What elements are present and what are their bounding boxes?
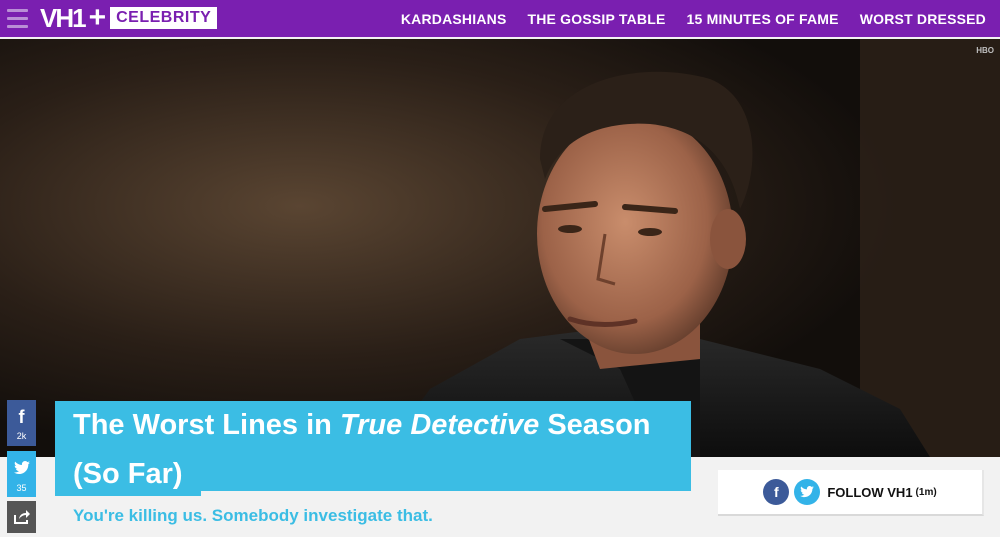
nav-15-minutes-of-fame[interactable]: 15 MINUTES OF FAME xyxy=(687,11,839,27)
hero-illustration xyxy=(0,39,1000,457)
twitter-icon xyxy=(7,451,36,482)
logo-plus: + xyxy=(88,1,107,34)
logo-vh1: VH1 xyxy=(40,3,87,33)
nav-kardashians[interactable]: KARDASHIANS xyxy=(401,11,507,27)
main-nav: KARDASHIANS THE GOSSIP TABLE 15 MINUTES … xyxy=(380,0,986,37)
facebook-icon: f xyxy=(18,407,25,427)
logo-section: CELEBRITY xyxy=(110,7,218,29)
hero-image: HBO xyxy=(0,39,1000,457)
nav-gossip-table[interactable]: THE GOSSIP TABLE xyxy=(527,11,665,27)
follow-twitter-icon[interactable] xyxy=(794,479,821,505)
twitter-share-button[interactable]: 35 xyxy=(7,451,36,497)
follow-vh1-widget: f FOLLOW VH1 (1m) xyxy=(718,470,984,516)
menu-icon[interactable] xyxy=(7,9,28,28)
photo-credit: HBO xyxy=(976,46,994,55)
follow-label[interactable]: FOLLOW VH1 xyxy=(827,485,912,500)
facebook-share-button[interactable]: f 2k xyxy=(7,400,36,446)
share-button[interactable] xyxy=(7,501,36,533)
title-part1: The Worst Lines in xyxy=(73,409,340,441)
title-italic: True Detective xyxy=(339,409,540,441)
follow-count: (1m) xyxy=(915,486,937,498)
article-title-line2: (So Far) xyxy=(55,454,201,496)
follow-facebook-icon[interactable]: f xyxy=(763,479,790,505)
vh1-celebrity-logo[interactable]: VH1 + CELEBRITY xyxy=(40,1,218,34)
nav-worst-dressed[interactable]: WORST DRESSED xyxy=(860,11,986,27)
share-icon xyxy=(13,510,31,529)
top-nav-bar: VH1 + CELEBRITY KARDASHIANS THE GOSSIP T… xyxy=(0,0,1000,37)
facebook-share-count: 2k xyxy=(16,431,27,441)
article-subtitle: You're killing us. Somebody investigate … xyxy=(73,506,433,525)
twitter-share-count: 35 xyxy=(16,483,27,493)
